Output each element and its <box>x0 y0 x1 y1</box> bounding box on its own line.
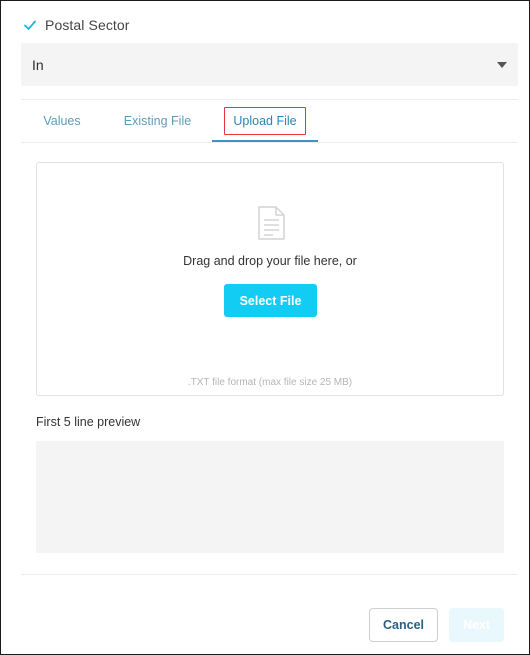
section-title: Postal Sector <box>45 17 130 33</box>
caret-down-icon <box>497 61 507 68</box>
preview-label: First 5 line preview <box>36 415 141 429</box>
select-file-button[interactable]: Select File <box>224 284 317 317</box>
section-header: Postal Sector <box>23 17 130 33</box>
preview-area <box>36 441 504 553</box>
tab-upload-file[interactable]: Upload File <box>212 101 318 142</box>
cancel-button[interactable]: Cancel <box>369 608 438 642</box>
tab-label: Existing File <box>123 114 192 128</box>
tab-values[interactable]: Values <box>21 101 103 141</box>
divider <box>21 99 518 100</box>
next-button[interactable]: Next <box>449 608 504 642</box>
file-dropzone[interactable]: Drag and drop your file here, or Select … <box>36 162 504 396</box>
footer-divider <box>21 574 518 575</box>
file-format-hint: .TXT file format (max file size 25 MB) <box>187 377 353 388</box>
file-document-icon <box>258 206 285 240</box>
tab-divider <box>21 142 518 143</box>
operator-select[interactable]: In <box>21 43 518 86</box>
dialog-frame: Postal Sector In Values Existing File Up… <box>0 0 530 655</box>
tab-bar: Values Existing File Upload File <box>21 101 518 143</box>
tab-existing-file[interactable]: Existing File <box>103 101 212 141</box>
tab-label: Values <box>43 114 81 128</box>
operator-select-value: In <box>32 56 44 73</box>
tab-label: Upload File <box>224 107 306 135</box>
check-icon <box>24 20 36 30</box>
drag-drop-instruction: Drag and drop your file here, or <box>183 254 357 268</box>
